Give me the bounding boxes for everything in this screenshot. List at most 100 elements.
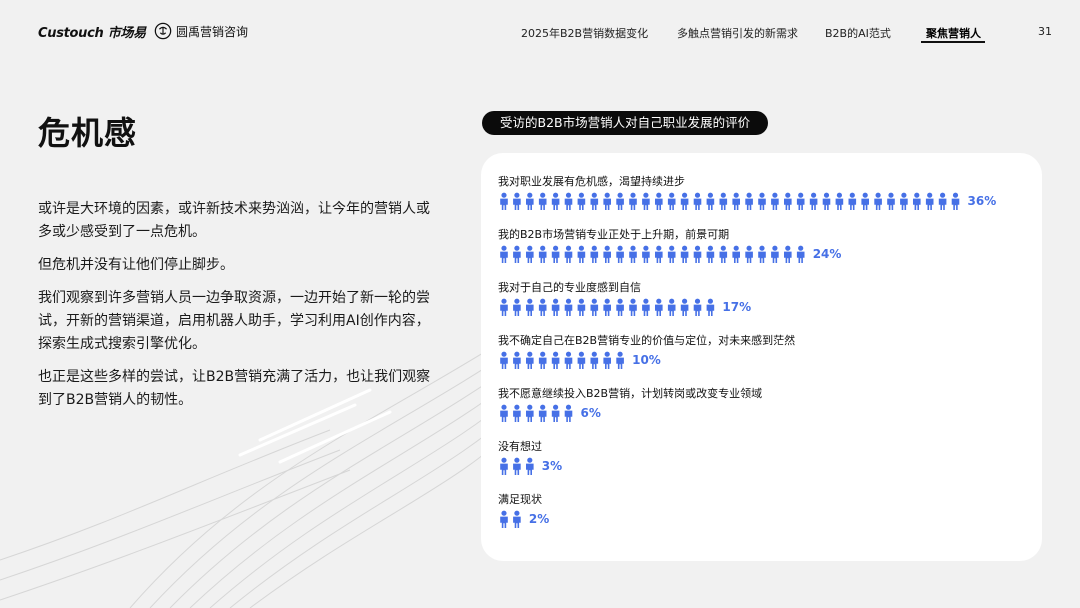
person-icon <box>655 245 663 263</box>
person-icon <box>538 351 547 369</box>
person-icon <box>706 245 715 263</box>
body-text: 或许是大环境的因素，或许新技术来势汹汹，让今年的营销人或多或少感受到了一点危机。… <box>38 198 438 422</box>
person-icon <box>500 245 508 263</box>
person-icon <box>577 245 586 263</box>
partner-logo-text: 圆禹营销咨询 <box>176 24 249 39</box>
person-icon <box>822 192 831 210</box>
person-icon <box>848 192 857 210</box>
value-label: 10% <box>632 353 661 367</box>
person-icon <box>577 351 586 369</box>
person-icon <box>513 351 521 369</box>
person-icon <box>706 192 715 210</box>
person-icon <box>500 404 508 423</box>
person-icon <box>616 351 624 369</box>
person-icon <box>719 245 728 263</box>
person-icon <box>732 245 740 263</box>
person-icon <box>513 404 521 423</box>
person-icon <box>745 245 753 263</box>
person-icon <box>693 192 702 210</box>
chart-row: 我对于自己的专业度感到自信 17% <box>498 280 751 316</box>
partner-logo: 圆禹营销咨询 <box>154 21 248 41</box>
value-label: 17% <box>722 300 751 314</box>
person-icon <box>500 457 508 476</box>
person-icon <box>616 298 624 316</box>
person-icon <box>719 192 728 210</box>
value-label: 6% <box>581 406 601 420</box>
person-icon <box>680 192 689 210</box>
person-icon <box>784 192 792 210</box>
person-icon <box>526 298 534 316</box>
chart-card: 我对职业发展有危机感，渴望持续进步 36% 我的B2B市场营销专业正处于上升期，前景… <box>481 153 1042 561</box>
person-icon <box>526 457 534 476</box>
chart-row: 我的B2B市场营销专业正处于上升期，前景可期 24% <box>498 227 841 263</box>
nav-tab-data-changes[interactable]: 2025年B2B营销数据变化 <box>521 25 648 41</box>
person-icon <box>564 404 573 423</box>
person-icon <box>913 192 921 210</box>
person-icon <box>874 192 882 210</box>
person-icon <box>526 351 534 369</box>
person-icon <box>758 245 766 263</box>
person-icon <box>577 298 586 316</box>
person-icon <box>861 192 869 210</box>
person-icon <box>629 245 637 263</box>
nav-active-underline <box>921 41 985 43</box>
person-icon <box>771 245 779 263</box>
person-icon <box>667 298 676 316</box>
nav-tab-new-demands[interactable]: 多触点营销引发的新需求 <box>677 25 798 41</box>
value-label: 3% <box>542 459 562 473</box>
chart-row: 我对职业发展有危机感，渴望持续进步 36% <box>498 174 996 210</box>
paragraph: 也正是这些多样的尝试，让B2B营销充满了活力，也让我们观察到了B2B营销人的韧性… <box>38 369 431 408</box>
person-icon <box>538 192 547 210</box>
person-icon <box>887 192 895 210</box>
person-icon <box>526 404 534 423</box>
person-icon <box>513 457 521 476</box>
person-icon <box>642 245 650 263</box>
person-icon <box>629 192 637 210</box>
person-icon <box>603 192 611 210</box>
category-label: 我不愿意继续投入B2B营销，计划转岗或改变专业领域 <box>498 386 762 400</box>
person-icon <box>642 298 650 316</box>
person-icon <box>564 351 573 369</box>
person-icon <box>538 404 547 423</box>
person-icon <box>655 298 663 316</box>
person-icon <box>590 192 599 210</box>
person-icon <box>513 245 521 263</box>
person-icon <box>796 192 805 210</box>
person-icon <box>745 192 753 210</box>
custouch-logo: Custouch 市场易 <box>38 26 146 41</box>
person-icon <box>655 192 663 210</box>
person-icon <box>577 192 586 210</box>
person-icon <box>758 192 766 210</box>
person-icon <box>500 298 508 316</box>
person-icon <box>680 245 689 263</box>
person-icon <box>500 351 508 369</box>
person-icon <box>771 192 779 210</box>
person-icon <box>951 192 960 210</box>
person-icon <box>603 245 611 263</box>
person-icon <box>564 298 573 316</box>
person-icon <box>538 245 547 263</box>
person-icon <box>784 245 792 263</box>
person-icon <box>513 298 521 316</box>
person-icon <box>551 351 560 369</box>
paragraph: 或许是大环境的因素，或许新技术来势汹汹，让今年的营销人或多或少感受到了一点危机。 <box>38 201 430 240</box>
nav-tab-marketers[interactable]: 聚焦营销人 <box>926 25 981 41</box>
nav-tab-ai-paradigm[interactable]: B2B的AI范式 <box>825 25 891 41</box>
person-icon <box>551 404 560 423</box>
person-icon <box>513 510 521 528</box>
person-icon <box>564 192 573 210</box>
person-icon <box>551 298 560 316</box>
person-icon <box>732 192 740 210</box>
category-label: 我不确定自己在B2B营销专业的价值与定位，对未来感到茫然 <box>498 333 795 347</box>
person-icon <box>667 245 676 263</box>
person-icon <box>603 351 611 369</box>
person-icon <box>564 245 573 263</box>
person-icon <box>667 192 676 210</box>
person-icon <box>642 192 650 210</box>
person-icon <box>500 192 508 210</box>
header-bar: Custouch 市场易 圆禹营销咨询 2025年B2B营销数据变化 多触点营销… <box>0 0 1080 60</box>
category-label: 我的B2B市场营销专业正处于上升期，前景可期 <box>498 227 729 241</box>
pictogram-chart: 我对职业发展有危机感，渴望持续进步 36% 我的B2B市场营销专业正处于上升期，前景… <box>498 174 996 528</box>
category-label: 我对职业发展有危机感，渴望持续进步 <box>498 174 685 188</box>
person-icon <box>551 192 560 210</box>
